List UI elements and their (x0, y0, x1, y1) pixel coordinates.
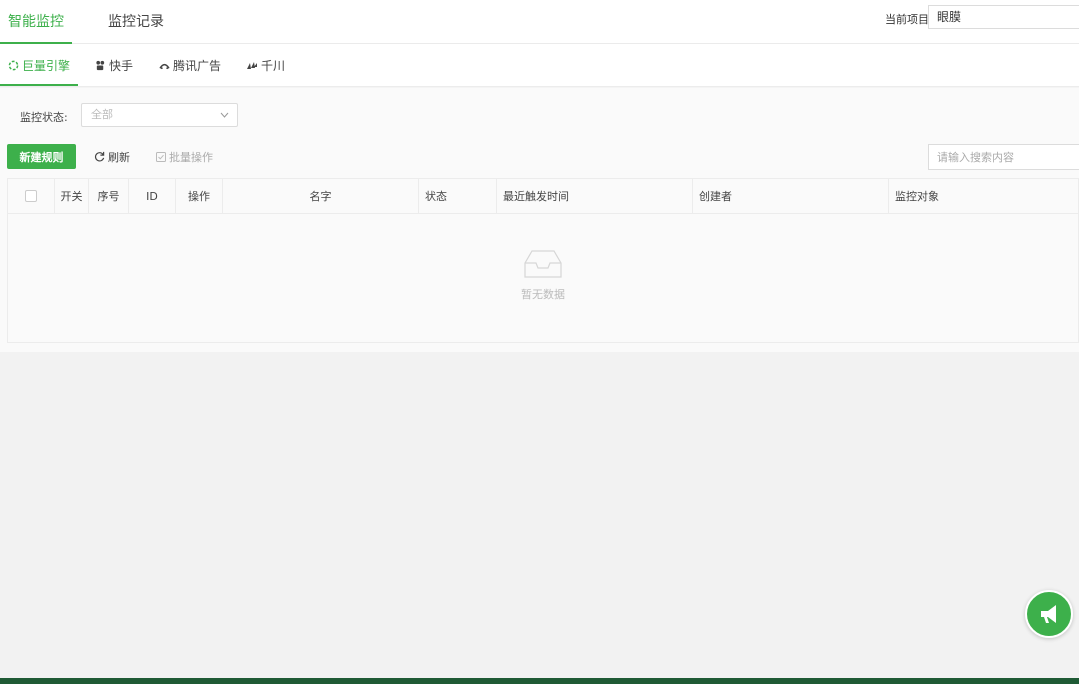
column-header-actions: 操作 (176, 179, 223, 214)
megaphone-icon (1041, 605, 1056, 623)
content-background (0, 352, 1079, 678)
platform-tab-label: 腾讯广告 (173, 59, 222, 73)
chevron-down-icon (220, 104, 229, 134)
tab-monitoring-records[interactable]: 监控记录 (108, 0, 164, 44)
refresh-icon (94, 151, 105, 162)
qianchuan-icon (247, 61, 257, 69)
main-panel: 监控状态: 全部 新建规则 刷新 批量操作 请输入搜索内容 开关 序号 ID 操… (0, 88, 1079, 352)
column-header-status: 状态 (419, 179, 497, 214)
empty-state-text: 暂无数据 (521, 288, 565, 301)
batch-operation-label: 批量操作 (169, 150, 213, 164)
ocean-engine-icon (8, 60, 19, 71)
platform-tabs: 巨量引擎 快手 腾讯广告 千川 (0, 44, 1079, 87)
column-header-creator: 创建者 (693, 179, 889, 214)
announcement-button[interactable] (1025, 590, 1073, 638)
kuaishou-icon (96, 60, 105, 71)
table-header: 开关 序号 ID 操作 名字 状态 最近触发时间 创建者 监控对象 (8, 179, 1078, 214)
column-header-last-triggered: 最近触发时间 (497, 179, 693, 214)
column-header-id: ID (129, 179, 176, 214)
checkbox-icon (156, 151, 166, 162)
search-input[interactable] (928, 144, 1079, 170)
current-project-select[interactable]: 眼膜 (928, 5, 1079, 29)
active-tab-underline (0, 84, 78, 86)
refresh-label: 刷新 (108, 150, 130, 164)
refresh-button[interactable]: 刷新 (94, 144, 130, 169)
footer-bar (0, 678, 1079, 684)
page: 智能监控 监控记录 当前项目 眼膜 巨量引擎 快手 腾讯广告 千川 监控状态: … (0, 0, 1079, 684)
select-all-cell (8, 179, 55, 214)
top-bar: 智能监控 监控记录 当前项目 眼膜 (0, 0, 1079, 44)
tencent-ads-icon (159, 63, 170, 70)
monitor-status-label: 监控状态: (20, 111, 68, 124)
rules-table: 开关 序号 ID 操作 名字 状态 最近触发时间 创建者 监控对象 暂无数据 (7, 178, 1079, 343)
empty-state: 暂无数据 (8, 249, 1078, 302)
current-project-label: 当前项目 (885, 13, 929, 26)
tab-smart-monitoring[interactable]: 智能监控 (0, 0, 72, 44)
platform-tab-tencent-ads[interactable]: 腾讯广告 (159, 44, 221, 87)
platform-tab-kuaishou[interactable]: 快手 (95, 44, 133, 87)
platform-tab-label: 巨量引擎 (22, 59, 71, 73)
monitor-status-placeholder: 全部 (91, 108, 113, 121)
column-header-switch: 开关 (55, 179, 89, 214)
platform-tab-ocean-engine[interactable]: 巨量引擎 (8, 44, 70, 87)
platform-tab-label: 千川 (261, 59, 286, 73)
platform-tab-qianchuan[interactable]: 千川 (246, 44, 285, 87)
column-header-index: 序号 (89, 179, 129, 214)
monitor-status-select[interactable]: 全部 (81, 103, 238, 127)
new-rule-button[interactable]: 新建规则 (7, 144, 76, 169)
column-header-name: 名字 (223, 179, 419, 214)
select-all-checkbox[interactable] (25, 190, 37, 202)
batch-operation-button[interactable]: 批量操作 (156, 144, 213, 169)
empty-inbox-icon (524, 250, 562, 278)
platform-tab-label: 快手 (109, 59, 134, 73)
column-header-monitor-target: 监控对象 (895, 190, 939, 203)
